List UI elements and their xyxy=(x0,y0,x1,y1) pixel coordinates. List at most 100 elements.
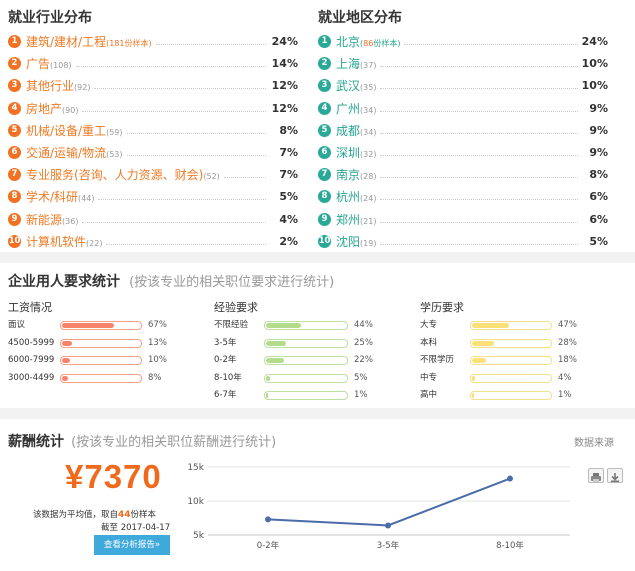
rank-row[interactable]: 7 南京(28) 8% xyxy=(318,164,608,186)
rank-name[interactable]: 建筑/建材/工程(181份样本) xyxy=(26,32,152,54)
rank-dotted-leader xyxy=(82,110,266,112)
rank-name[interactable]: 房地产(90) xyxy=(26,99,78,121)
rank-percent: 6% xyxy=(589,190,608,204)
req-row: 3000-4499 8% xyxy=(8,371,188,386)
rank-badge: 2 xyxy=(8,57,21,71)
rank-count: (37) xyxy=(360,61,377,71)
rank-row[interactable]: 9 新能源(36) 4% xyxy=(8,209,298,231)
rank-name[interactable]: 专业服务(咨询、人力资源、财会)(52) xyxy=(26,165,220,187)
rank-dotted-leader xyxy=(380,132,578,134)
rank-row[interactable]: 1 北京(86份样本) 24% xyxy=(318,31,608,53)
rank-row[interactable]: 3 武汉(35) 10% xyxy=(318,75,608,97)
rank-name[interactable]: 广告(108) xyxy=(26,54,72,76)
rank-dotted-leader xyxy=(380,110,578,112)
rank-name[interactable]: 杭州(24) xyxy=(336,187,376,209)
rank-percent: 8% xyxy=(279,123,298,137)
rank-row[interactable]: 2 广告(108) 14% xyxy=(8,53,298,75)
rank-badge: 10 xyxy=(318,234,331,248)
view-report-button[interactable]: 查看分析报告» xyxy=(94,535,170,555)
rank-row[interactable]: 7 专业服务(咨询、人力资源、财会)(52) 7% xyxy=(8,164,298,186)
req-percent: 44% xyxy=(354,320,373,330)
rank-row[interactable]: 4 房地产(90) 12% xyxy=(8,98,298,120)
rank-name[interactable]: 学术/科研(44) xyxy=(26,187,94,209)
rank-name[interactable]: 交通/运输/物流(53) xyxy=(26,143,123,165)
rank-name-text: 广州 xyxy=(336,101,361,116)
data-point xyxy=(507,475,513,482)
rank-name[interactable]: 其他行业(92) xyxy=(26,76,90,98)
download-icon[interactable] xyxy=(607,468,623,483)
salary-desc-suffix: 份样本 xyxy=(130,510,157,520)
rank-name[interactable]: 上海(37) xyxy=(336,54,376,76)
req-label: 6000-7999 xyxy=(8,355,55,366)
rank-row[interactable]: 5 成都(34) 9% xyxy=(318,120,608,142)
rank-badge: 5 xyxy=(8,123,21,137)
req-percent: 67% xyxy=(148,320,167,330)
rank-row[interactable]: 9 郑州(21) 6% xyxy=(318,209,608,231)
progress-bar xyxy=(60,321,142,330)
rank-row[interactable]: 10 沈阳(19) 5% xyxy=(318,231,608,253)
progress-fill xyxy=(472,358,487,364)
rank-name[interactable]: 南京(28) xyxy=(336,165,376,187)
data-source-link[interactable]: 数据来源 xyxy=(574,434,614,449)
rank-count: (181份样本) xyxy=(106,39,152,48)
rank-name-text: 上海 xyxy=(336,57,361,72)
x-tick-label: 8-10年 xyxy=(496,540,524,551)
rank-percent: 24% xyxy=(581,35,608,48)
rank-name[interactable]: 成都(34) xyxy=(336,121,376,143)
rank-name[interactable]: 郑州(21) xyxy=(336,210,376,232)
rank-name-text: 北京 xyxy=(336,35,361,49)
progress-bar xyxy=(264,373,348,383)
salary-line-chart: 5k 10k 15k 0-2年 3-5年 8-10年 xyxy=(187,463,570,551)
rank-row[interactable]: 4 广州(34) 9% xyxy=(318,98,608,120)
progress-fill xyxy=(472,340,494,346)
rank-percent: 6% xyxy=(589,212,608,226)
rank-row[interactable]: 6 深圳(32) 9% xyxy=(318,142,608,164)
rank-row[interactable]: 10 计算机软件(22) 2% xyxy=(8,231,298,253)
rank-row[interactable]: 8 杭州(24) 6% xyxy=(318,186,608,208)
rank-name-text: 广告 xyxy=(26,57,51,72)
rank-badge: 7 xyxy=(8,168,21,182)
rank-percent: 7% xyxy=(279,145,298,159)
salary-desc-prefix: 该数据为平均值，取自 xyxy=(33,510,119,520)
x-tick-label: 3-5年 xyxy=(377,540,400,551)
rank-row[interactable]: 8 学术/科研(44) 5% xyxy=(8,186,298,208)
rank-name[interactable]: 沈阳(19) xyxy=(336,232,376,254)
req-row: 8-10年 5% xyxy=(214,371,394,386)
rank-percent: 8% xyxy=(589,168,608,182)
rank-name-text: 交通/运输/物流 xyxy=(26,145,107,160)
rank-row[interactable]: 3 其他行业(92) 12% xyxy=(8,75,298,97)
req-label: 不限经验 xyxy=(214,320,249,330)
req-label: 不限学历 xyxy=(420,355,455,366)
rank-row[interactable]: 6 交通/运输/物流(53) 7% xyxy=(8,142,298,164)
rank-badge: 2 xyxy=(318,57,331,71)
rank-name[interactable]: 计算机软件(22) xyxy=(26,232,102,254)
rank-name-text: 房地产 xyxy=(26,101,63,116)
rank-row[interactable]: 5 机械/设备/重工(59) 8% xyxy=(8,120,298,142)
rank-name[interactable]: 北京(86份样本) xyxy=(336,32,400,54)
rank-count-num: 86 xyxy=(363,39,374,48)
rank-name[interactable]: 广州(34) xyxy=(336,99,376,121)
progress-fill xyxy=(62,323,115,328)
rank-name[interactable]: 武汉(35) xyxy=(336,76,376,98)
rank-name-text: 计算机软件 xyxy=(26,234,87,249)
rank-dotted-leader xyxy=(94,88,266,90)
rank-name[interactable]: 新能源(36) xyxy=(26,210,78,232)
rank-dotted-leader xyxy=(380,154,578,156)
region-title: 就业地区分布 xyxy=(318,10,402,26)
progress-bar xyxy=(470,373,552,383)
print-icon[interactable] xyxy=(588,468,604,483)
req-percent: 22% xyxy=(354,355,373,366)
salary-date: 截至 2017-04-17 xyxy=(101,523,171,533)
req-percent: 8% xyxy=(148,372,162,383)
rank-count: (21) xyxy=(360,216,377,226)
rank-row[interactable]: 2 上海(37) 10% xyxy=(318,53,608,75)
rank-name[interactable]: 深圳(32) xyxy=(336,143,376,165)
rank-name-text: 其他行业 xyxy=(26,79,75,94)
progress-bar xyxy=(264,338,348,348)
progress-bar xyxy=(264,391,348,401)
rank-name[interactable]: 机械/设备/重工(59) xyxy=(26,121,123,143)
req-row: 高中 1% xyxy=(420,388,600,403)
rank-count: (19) xyxy=(360,238,377,248)
req-percent: 4% xyxy=(558,372,572,383)
rank-row[interactable]: 1 建筑/建材/工程(181份样本) 24% xyxy=(8,31,298,53)
